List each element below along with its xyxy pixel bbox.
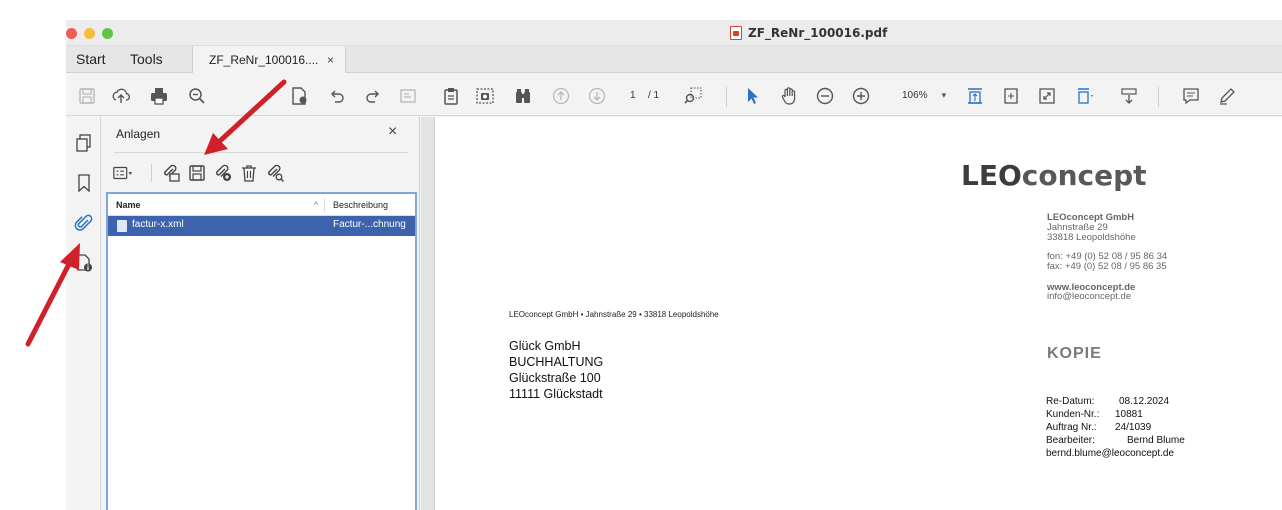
- clerk-email: bernd.blume@leoconcept.de: [1046, 448, 1175, 459]
- highlight-pen-icon[interactable]: [1216, 85, 1238, 107]
- toolbar-divider: [726, 87, 727, 107]
- customer-number-value: 10881: [1115, 409, 1143, 420]
- company-city: 33818 Leopoldshöhe: [1047, 232, 1136, 243]
- recipient-line-1: Glück GmbH: [509, 339, 581, 353]
- sender-line: LEOconcept GmbH • Jahnstraße 29 • 33818 …: [509, 310, 719, 319]
- invoice-date-label: Re-Datum:: [1046, 396, 1095, 407]
- previous-page-icon[interactable]: [550, 85, 572, 107]
- tab-document-label: ZF_ReNr_100016....: [209, 53, 319, 67]
- print-icon[interactable]: [148, 85, 170, 107]
- document-view[interactable]: LEOconcept LEOconcept GmbH Jahnstraße 29…: [421, 117, 1282, 510]
- page-total: / 1: [648, 90, 660, 101]
- window-title: ZF_ReNr_100016.pdf: [730, 25, 887, 41]
- attachments-list: Name ^ Beschreibung factur-x.xml Factur-…: [106, 192, 417, 510]
- company-logo: LEOconcept: [961, 159, 1147, 192]
- customer-number-label: Kunden-Nr.:: [1046, 409, 1100, 420]
- find-binoculars-icon[interactable]: [512, 85, 534, 107]
- comment-icon[interactable]: [1180, 85, 1202, 107]
- panel-close-icon[interactable]: ×: [388, 123, 397, 141]
- scroll-mode-icon[interactable]: [1118, 85, 1140, 107]
- full-screen-icon[interactable]: [1036, 85, 1058, 107]
- save-attachment-icon[interactable]: [186, 162, 208, 184]
- list-item[interactable]: factur-x.xml Factur-...chnung: [108, 216, 415, 236]
- text-edit-icon[interactable]: [397, 85, 419, 107]
- window-close-button[interactable]: [66, 28, 77, 39]
- recipient-line-4: 11111 Glückstadt: [509, 387, 603, 401]
- tab-start[interactable]: Start: [76, 51, 106, 67]
- attachments-panel: Anlagen × Name ^ Beschreibung factur-x.x…: [102, 117, 420, 510]
- app-root: ZF_ReNr_100016.pdf Start Tools ZF_ReNr_1…: [0, 0, 1282, 510]
- window-title-text: ZF_ReNr_100016.pdf: [748, 26, 888, 40]
- bookmark-icon[interactable]: [74, 173, 94, 193]
- sort-indicator-icon: ^: [314, 200, 319, 210]
- document-gutter: [421, 117, 435, 510]
- clipboard-icon[interactable]: [440, 85, 462, 107]
- document-settings-icon[interactable]: [288, 85, 310, 107]
- add-attachment-icon[interactable]: [212, 162, 234, 184]
- delete-attachment-icon[interactable]: [238, 162, 260, 184]
- tab-close-icon[interactable]: ×: [327, 53, 334, 67]
- undo-icon[interactable]: [326, 85, 348, 107]
- zoom-value: 106%: [902, 90, 928, 101]
- pdf-file-icon: [730, 26, 742, 40]
- snapshot-icon[interactable]: [474, 85, 496, 107]
- column-divider: [324, 198, 325, 212]
- order-number-label: Auftrag Nr.:: [1046, 422, 1097, 433]
- zoom-dropdown[interactable]: 106% ▾: [902, 90, 946, 101]
- panel-divider: [114, 152, 408, 153]
- select-arrow-icon[interactable]: [742, 85, 764, 107]
- page-display-icon[interactable]: [1074, 85, 1096, 107]
- search-attachment-icon[interactable]: [264, 162, 286, 184]
- clerk-label: Bearbeiter:: [1046, 435, 1095, 446]
- window-minimize-button[interactable]: [84, 28, 95, 39]
- zoom-out-icon[interactable]: [814, 85, 836, 107]
- panel-title: Anlagen: [116, 127, 161, 141]
- redo-icon[interactable]: [362, 85, 384, 107]
- list-header: Name ^ Beschreibung: [108, 194, 415, 216]
- chevron-down-icon: ▾: [941, 90, 947, 100]
- options-list-icon[interactable]: [112, 162, 134, 184]
- acrobat-window: ZF_ReNr_100016.pdf Start Tools ZF_ReNr_1…: [66, 20, 1282, 510]
- order-number-value: 24/1039: [1115, 422, 1152, 433]
- recipient-line-3: Glückstraße 100: [509, 371, 601, 385]
- tab-document[interactable]: ZF_ReNr_100016.... ×: [192, 46, 346, 73]
- hand-tool-icon[interactable]: [778, 85, 800, 107]
- tab-tools[interactable]: Tools: [130, 51, 163, 67]
- zoom-in-icon[interactable]: [850, 85, 872, 107]
- zoom-out-search-icon[interactable]: [186, 85, 208, 107]
- company-email: info@leoconcept.de: [1047, 291, 1132, 302]
- panel-toolbar-divider: [151, 164, 152, 182]
- marquee-zoom-icon[interactable]: [682, 85, 704, 107]
- main-toolbar: 1 / 1 106% ▾: [66, 74, 1282, 116]
- attachments-paperclip-icon[interactable]: [74, 213, 94, 233]
- company-fax: fax: +49 (0) 52 08 / 95 86 35: [1047, 261, 1167, 272]
- title-bar: ZF_ReNr_100016.pdf: [66, 20, 1282, 46]
- column-header-description[interactable]: Beschreibung: [333, 200, 388, 210]
- attachment-description: Factur-...chnung: [333, 219, 406, 230]
- next-page-icon[interactable]: [586, 85, 608, 107]
- open-attachment-icon[interactable]: [160, 162, 182, 184]
- document-properties-icon[interactable]: [74, 253, 94, 273]
- window-zoom-button[interactable]: [102, 28, 113, 39]
- fit-page-icon[interactable]: [964, 85, 986, 107]
- page-thumbnails-icon[interactable]: [74, 133, 94, 153]
- recipient-line-2: BUCHHALTUNG: [509, 355, 604, 369]
- invoice-date-value: 08.12.2024: [1119, 396, 1170, 407]
- cloud-upload-icon[interactable]: [110, 85, 132, 107]
- actual-size-icon[interactable]: [1000, 85, 1022, 107]
- copy-stamp: KOPIE: [1047, 345, 1102, 362]
- toolbar-divider: [1158, 87, 1159, 107]
- attachment-filename: factur-x.xml: [132, 219, 184, 230]
- column-header-name[interactable]: Name: [116, 200, 141, 210]
- save-icon[interactable]: [76, 85, 98, 107]
- file-icon: [117, 220, 127, 232]
- arrow-to-attachments-icon: [25, 259, 73, 347]
- clerk-value: Bernd Blume: [1127, 435, 1185, 446]
- page-number-input[interactable]: 1: [630, 90, 636, 101]
- navigation-rail: [66, 117, 101, 510]
- tab-bar: Start Tools ZF_ReNr_100016.... ×: [66, 46, 1282, 73]
